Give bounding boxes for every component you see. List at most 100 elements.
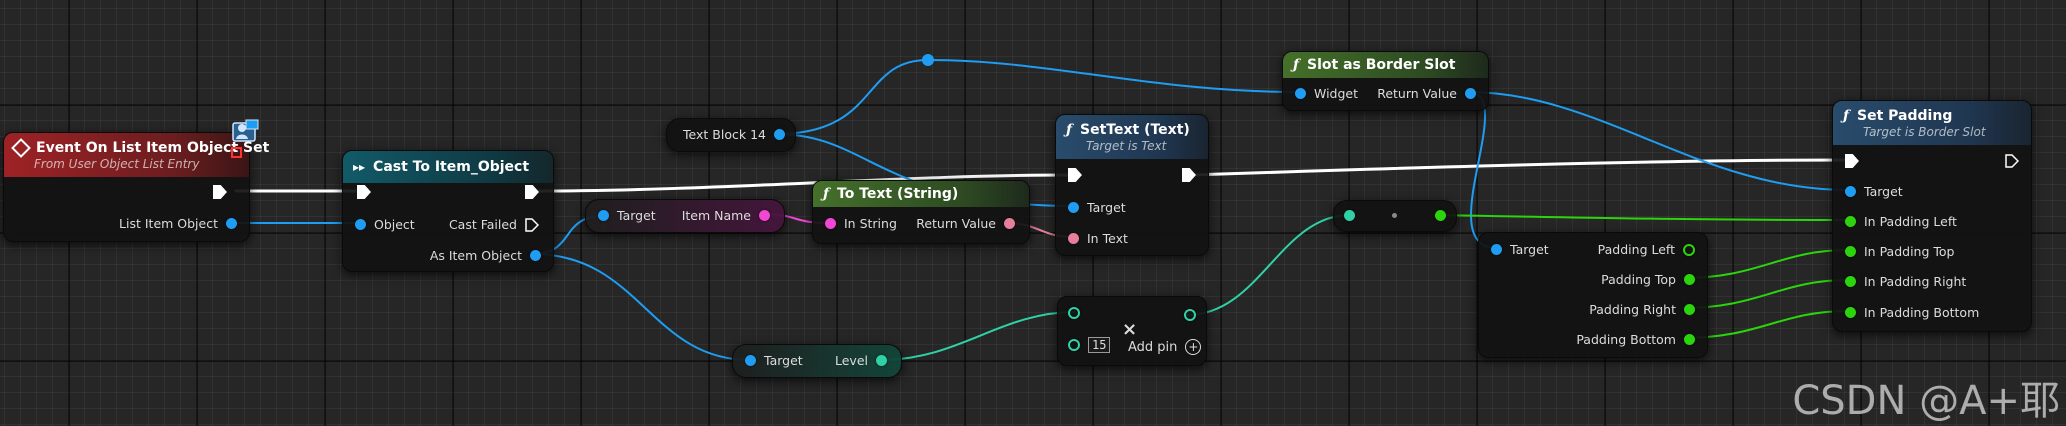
- to-text-pin-in-string[interactable]: In String: [825, 216, 897, 231]
- event-node-on-list-item-object-set[interactable]: Event On List Item Object Set From User …: [3, 132, 269, 242]
- break-padding-node[interactable]: Target Padding Left Padding Top Padding …: [1478, 232, 1708, 358]
- float-pin-dot[interactable]: [1845, 216, 1856, 227]
- set-padding-exec-out-pin[interactable]: [2005, 154, 2019, 168]
- cast-exec-in-pin[interactable]: [357, 185, 371, 199]
- object-pin-dot[interactable]: [1491, 244, 1502, 255]
- text-pin-dot[interactable]: [1068, 233, 1079, 244]
- item-name-pin-out[interactable]: Item Name: [682, 208, 770, 223]
- cast-exec-out-pin[interactable]: [525, 185, 539, 199]
- level-pin-out[interactable]: Level: [835, 353, 887, 368]
- pin-label: In Padding Top: [1864, 244, 1955, 259]
- object-pin-dot[interactable]: [355, 219, 366, 230]
- object-pin-dot[interactable]: [598, 210, 609, 221]
- set-padding-pin-in-top[interactable]: In Padding Top: [1845, 244, 1955, 259]
- pin-label: Target: [1087, 200, 1126, 215]
- object-wire-cast-level: [532, 253, 751, 361]
- slot-pin-widget[interactable]: Widget: [1295, 86, 1358, 101]
- exec-pin-arrow-icon[interactable]: [1182, 168, 1196, 182]
- set-text-pin-in-text[interactable]: In Text: [1068, 231, 1128, 246]
- item-name-getter-node[interactable]: Target Item Name: [585, 199, 785, 233]
- set-padding-pin-target[interactable]: Target: [1845, 184, 1903, 199]
- multiply-icon: ×: [1122, 319, 1138, 340]
- set-padding-node-subtitle: Target is Border Slot: [1863, 124, 1986, 139]
- float-pin-dot[interactable]: [1845, 276, 1856, 287]
- int-to-float-conversion-node[interactable]: [1333, 200, 1457, 232]
- set-text-exec-in-pin[interactable]: [1068, 168, 1082, 182]
- cast-pin-as-item-object[interactable]: As Item Object: [430, 248, 541, 263]
- set-padding-pin-in-bottom[interactable]: In Padding Bottom: [1845, 305, 1979, 320]
- slot-as-border-slot-node[interactable]: ƒ Slot as Border Slot Widget Return Valu…: [1282, 51, 1489, 111]
- slot-pin-return-value[interactable]: Return Value: [1377, 86, 1476, 101]
- exec-pin-arrow-icon[interactable]: [525, 185, 539, 199]
- float-pin-dot[interactable]: [1684, 274, 1695, 285]
- level-pin-target[interactable]: Target: [745, 353, 803, 368]
- multiply-input-a-pin[interactable]: [1068, 307, 1080, 319]
- break-pin-padding-bottom[interactable]: Padding Bottom: [1576, 332, 1695, 347]
- multiply-constant-field[interactable]: 15: [1088, 337, 1111, 353]
- set-padding-pin-in-left[interactable]: In Padding Left: [1845, 214, 1957, 229]
- text-pin-dot[interactable]: [1004, 218, 1015, 229]
- set-text-node[interactable]: ƒ SetText (Text) Target is Text Target I…: [1055, 114, 1209, 256]
- pin-label: Item Name: [681, 208, 751, 223]
- set-padding-node[interactable]: ƒ Set Padding Target is Border Slot Targ…: [1832, 100, 2032, 332]
- multiply-output-pin[interactable]: [1184, 309, 1196, 321]
- break-pin-padding-right[interactable]: Padding Right: [1589, 302, 1695, 317]
- conversion-input-pin[interactable]: [1344, 210, 1355, 221]
- float-pin-dot[interactable]: [1845, 307, 1856, 318]
- pin-label: Target: [764, 353, 803, 368]
- cast-pin-object[interactable]: Object: [355, 217, 415, 232]
- cast-pin-cast-failed[interactable]: Cast Failed: [449, 217, 539, 232]
- object-wire-slot-setpadding: [1467, 91, 1849, 191]
- function-icon: ƒ: [1066, 121, 1073, 138]
- object-pin-dot[interactable]: [1068, 202, 1079, 213]
- break-pin-target[interactable]: Target: [1491, 242, 1549, 257]
- set-text-node-header: ƒ SetText (Text) Target is Text: [1056, 115, 1208, 159]
- multiply-node[interactable]: × 15 Add pin +: [1057, 296, 1207, 366]
- set-padding-pin-in-right[interactable]: In Padding Right: [1845, 274, 1966, 289]
- object-pin-dot[interactable]: [1295, 88, 1306, 99]
- add-circle-icon[interactable]: +: [1185, 339, 1202, 355]
- set-padding-exec-in-pin[interactable]: [1845, 154, 1859, 168]
- object-pin-dot[interactable]: [1845, 186, 1856, 197]
- multiply-input-b-pin[interactable]: 15: [1068, 337, 1111, 353]
- level-getter-node[interactable]: Target Level: [732, 344, 902, 378]
- event-exec-out-pin[interactable]: [213, 185, 227, 199]
- text-block-14-variable-node[interactable]: Text Block 14: [666, 118, 796, 152]
- to-text-string-node[interactable]: ƒ To Text (String) In String Return Valu…: [812, 180, 1030, 244]
- add-pin-button[interactable]: Add pin +: [1128, 339, 1202, 355]
- event-diamond-icon: [11, 137, 31, 158]
- float-pin-dot[interactable]: [1684, 334, 1695, 345]
- object-pin-dot[interactable]: [774, 129, 785, 140]
- object-pin-dot[interactable]: [226, 218, 237, 229]
- string-pin-dot[interactable]: [759, 210, 770, 221]
- conversion-output-pin[interactable]: [1435, 210, 1446, 221]
- set-text-exec-out-pin[interactable]: [1182, 168, 1196, 182]
- exec-pin-arrow-icon[interactable]: [525, 217, 539, 232]
- pin-label: Padding Bottom: [1576, 332, 1676, 347]
- to-text-pin-return-value[interactable]: Return Value: [916, 216, 1015, 231]
- object-pin-dot[interactable]: [1465, 88, 1476, 99]
- object-pin-dot[interactable]: [530, 250, 541, 261]
- event-pin-list-item-object[interactable]: List Item Object: [119, 216, 237, 231]
- float-pin-dot[interactable]: [1684, 304, 1695, 315]
- integer-pin-dot[interactable]: [876, 355, 887, 366]
- pin-label: Target: [617, 208, 656, 223]
- watermark: CSDN @A+耶: [1792, 378, 2060, 424]
- pin-dot[interactable]: [1068, 339, 1080, 351]
- object-pin-dot[interactable]: [745, 355, 756, 366]
- break-pin-padding-top[interactable]: Padding Top: [1601, 272, 1695, 287]
- exec-pin-arrow-icon[interactable]: [2005, 154, 2019, 168]
- float-pin-dot[interactable]: [1845, 246, 1856, 257]
- exec-pin-arrow-icon[interactable]: [1845, 154, 1859, 168]
- string-pin-dot[interactable]: [825, 218, 836, 229]
- text-block-pin[interactable]: Text Block 14: [683, 127, 785, 142]
- exec-pin-arrow-icon[interactable]: [213, 185, 227, 199]
- float-wire-converter-left: [1436, 214, 1849, 221]
- pin-dot[interactable]: [1683, 243, 1695, 256]
- cast-to-item-object-node[interactable]: ▸▸ Cast To Item_Object Object Cast Faile…: [342, 150, 554, 272]
- break-pin-padding-left[interactable]: Padding Left: [1598, 242, 1695, 257]
- set-text-pin-target[interactable]: Target: [1068, 200, 1126, 215]
- exec-pin-arrow-icon[interactable]: [1068, 168, 1082, 182]
- item-name-pin-target[interactable]: Target: [598, 208, 656, 223]
- exec-pin-arrow-icon[interactable]: [357, 185, 371, 199]
